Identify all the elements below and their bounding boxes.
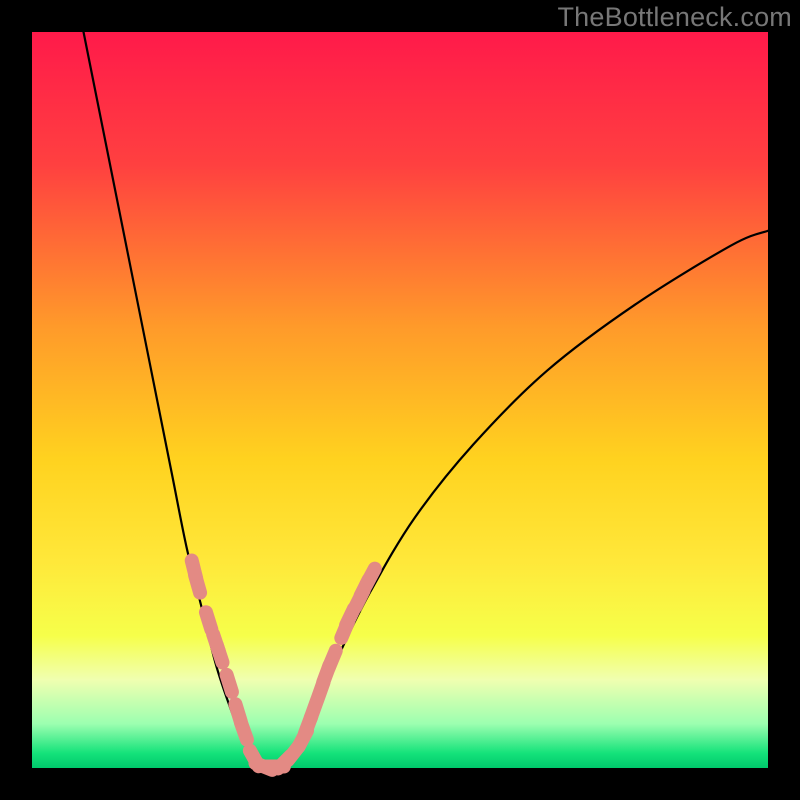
bottleneck-chart	[0, 0, 800, 800]
highlight-dots-left-dot	[195, 575, 200, 592]
chart-container: TheBottleneck.com	[0, 0, 800, 800]
watermark-text: TheBottleneck.com	[557, 2, 792, 33]
highlight-dots-left-dot	[206, 612, 211, 629]
plot-background	[32, 32, 768, 768]
highlight-dots-right-dot	[366, 569, 374, 585]
highlight-dots-left-dot	[241, 723, 247, 740]
highlight-dots-left-dot	[217, 645, 223, 662]
highlight-dots-left-dot	[227, 675, 232, 692]
highlight-dots-right-dot	[329, 651, 336, 668]
